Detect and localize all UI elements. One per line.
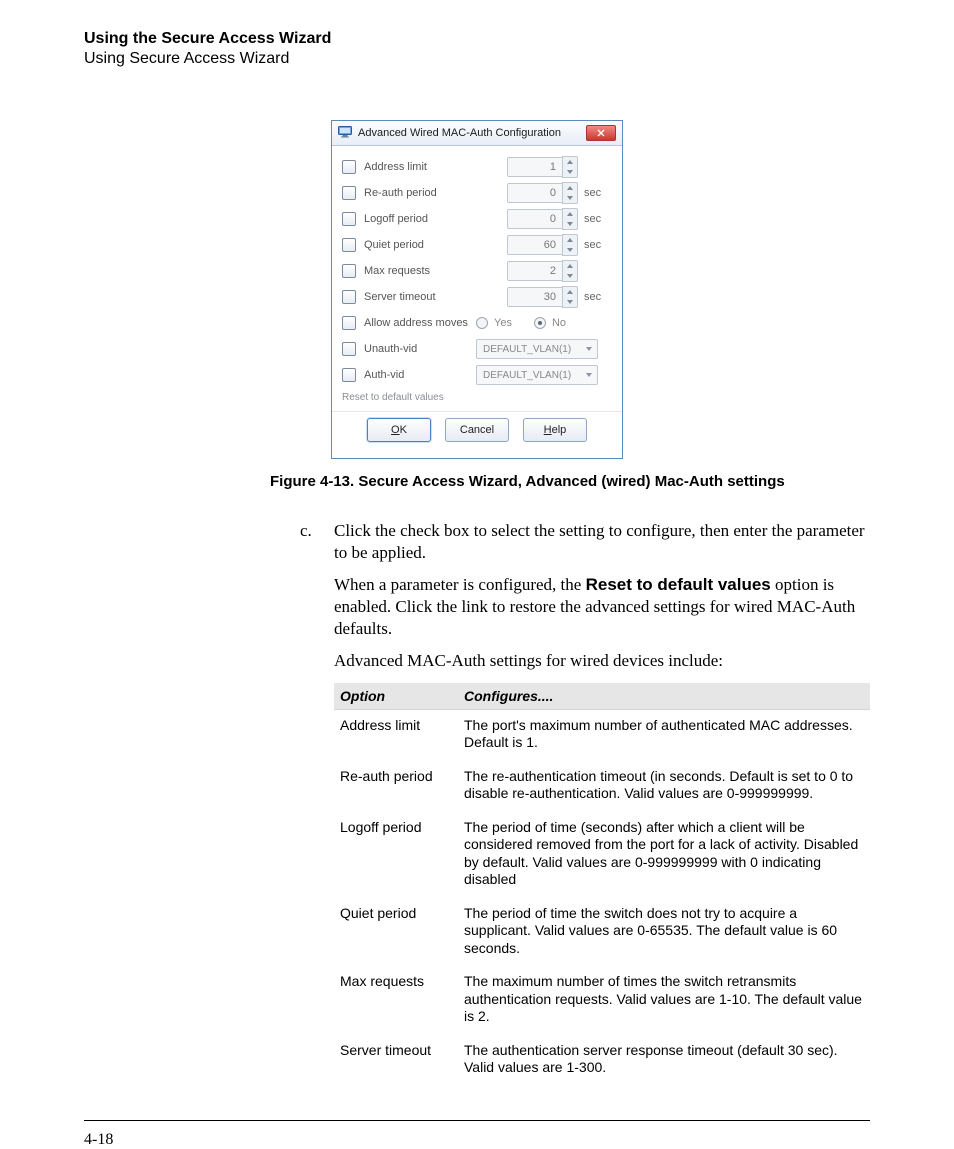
spinner-value: 0 — [507, 209, 562, 229]
label-unauth-vid: Unauth-vid — [364, 343, 476, 355]
checkbox-quiet-period[interactable] — [342, 238, 356, 252]
checkbox-server-timeout[interactable] — [342, 290, 356, 304]
page-header-sub: Using Secure Access Wizard — [84, 50, 870, 68]
body-p2-pre: When a parameter is configured, the — [334, 575, 586, 594]
table-row: Max requestsThe maximum number of times … — [334, 966, 870, 1035]
label-logoff-period: Logoff period — [364, 213, 507, 225]
spinner-reauth-period[interactable]: 0 — [507, 182, 578, 204]
desc-cell: The re-authentication timeout (in second… — [458, 761, 870, 812]
spinner-value: 60 — [507, 235, 562, 255]
body-p3: Advanced MAC-Auth settings for wired dev… — [334, 650, 870, 672]
opt-cell: Quiet period — [334, 898, 458, 967]
spin-up-icon[interactable] — [563, 183, 577, 193]
spinner-logoff-period[interactable]: 0 — [507, 208, 578, 230]
spin-up-icon[interactable] — [563, 235, 577, 245]
label-auth-vid: Auth-vid — [364, 369, 476, 381]
table-row: Server timeoutThe authentication server … — [334, 1035, 870, 1086]
checkbox-logoff-period[interactable] — [342, 212, 356, 226]
unit: sec — [584, 187, 612, 199]
checkbox-max-requests[interactable] — [342, 264, 356, 278]
radio-no-label: No — [552, 317, 566, 329]
dialog-title: Advanced Wired MAC-Auth Configuration — [358, 127, 561, 139]
spin-up-icon[interactable] — [563, 157, 577, 167]
unit: sec — [584, 239, 612, 251]
table-row: Logoff periodThe period of time (seconds… — [334, 812, 870, 898]
radio-yes-label: Yes — [494, 317, 512, 329]
close-button[interactable] — [586, 125, 616, 141]
spin-down-icon[interactable] — [563, 297, 577, 307]
unit: sec — [584, 291, 612, 303]
dialog-window: Advanced Wired MAC-Auth Configuration Ad… — [331, 120, 623, 459]
combo-auth-vid[interactable]: DEFAULT_VLAN(1) — [476, 365, 598, 385]
opt-cell: Server timeout — [334, 1035, 458, 1086]
figure-caption: Figure 4-13. Secure Access Wizard, Advan… — [270, 473, 870, 490]
table-row: Address limitThe port's maximum number o… — [334, 709, 870, 761]
checkbox-reauth-period[interactable] — [342, 186, 356, 200]
label-address-limit: Address limit — [364, 161, 507, 173]
spin-down-icon[interactable] — [563, 167, 577, 177]
footer-rule — [84, 1120, 870, 1121]
page-number: 4-18 — [84, 1131, 870, 1149]
checkbox-allow-moves[interactable] — [342, 316, 356, 330]
opt-cell: Logoff period — [334, 812, 458, 898]
checkbox-address-limit[interactable] — [342, 160, 356, 174]
spin-up-icon[interactable] — [563, 209, 577, 219]
desc-cell: The port's maximum number of authenticat… — [458, 709, 870, 761]
desc-cell: The maximum number of times the switch r… — [458, 966, 870, 1035]
label-reauth-period: Re-auth period — [364, 187, 507, 199]
unit: sec — [584, 213, 612, 225]
chevron-down-icon — [585, 371, 593, 379]
spinner-value: 2 — [507, 261, 562, 281]
combo-unauth-vid[interactable]: DEFAULT_VLAN(1) — [476, 339, 598, 359]
body-p1: Click the check box to select the settin… — [334, 521, 865, 562]
desc-cell: The period of time (seconds) after which… — [458, 812, 870, 898]
spinner-quiet-period[interactable]: 60 — [507, 234, 578, 256]
spin-down-icon[interactable] — [563, 193, 577, 203]
page-header-bold: Using the Secure Access Wizard — [84, 30, 870, 48]
desc-cell: The authentication server response timeo… — [458, 1035, 870, 1086]
spinner-server-timeout[interactable]: 30 — [507, 286, 578, 308]
checkbox-unauth-vid[interactable] — [342, 342, 356, 356]
label-allow-moves: Allow address moves — [364, 317, 476, 329]
spinner-address-limit[interactable]: 1 — [507, 156, 578, 178]
radio-no[interactable] — [534, 317, 546, 329]
table-header-option: Option — [334, 683, 458, 710]
opt-cell: Re-auth period — [334, 761, 458, 812]
combo-value: DEFAULT_VLAN(1) — [483, 344, 571, 355]
opt-cell: Address limit — [334, 709, 458, 761]
monitor-icon — [338, 126, 352, 141]
radio-yes[interactable] — [476, 317, 488, 329]
table-row: Re-auth periodThe re-authentication time… — [334, 761, 870, 812]
spinner-value: 1 — [507, 157, 562, 177]
label-quiet-period: Quiet period — [364, 239, 507, 251]
ok-button[interactable]: OK — [367, 418, 431, 442]
label-server-timeout: Server timeout — [364, 291, 507, 303]
reset-link[interactable]: Reset to default values — [342, 392, 612, 403]
label-max-requests: Max requests — [364, 265, 507, 277]
spin-down-icon[interactable] — [563, 219, 577, 229]
opt-cell: Max requests — [334, 966, 458, 1035]
desc-cell: The period of time the switch does not t… — [458, 898, 870, 967]
spin-down-icon[interactable] — [563, 271, 577, 281]
dialog-titlebar[interactable]: Advanced Wired MAC-Auth Configuration — [332, 121, 622, 146]
spin-down-icon[interactable] — [563, 245, 577, 255]
help-button[interactable]: Help — [523, 418, 587, 442]
spinner-max-requests[interactable]: 2 — [507, 260, 578, 282]
table-header-configures: Configures.... — [458, 683, 870, 710]
chevron-down-icon — [585, 345, 593, 353]
body-p2-bold: Reset to default values — [586, 575, 771, 594]
spinner-value: 0 — [507, 183, 562, 203]
spin-up-icon[interactable] — [563, 261, 577, 271]
spinner-value: 30 — [507, 287, 562, 307]
cancel-button[interactable]: Cancel — [445, 418, 509, 442]
combo-value: DEFAULT_VLAN(1) — [483, 370, 571, 381]
spin-up-icon[interactable] — [563, 287, 577, 297]
checkbox-auth-vid[interactable] — [342, 368, 356, 382]
table-row: Quiet periodThe period of time the switc… — [334, 898, 870, 967]
options-table: Option Configures.... Address limitThe p… — [334, 683, 870, 1086]
list-marker: c. — [300, 520, 312, 542]
